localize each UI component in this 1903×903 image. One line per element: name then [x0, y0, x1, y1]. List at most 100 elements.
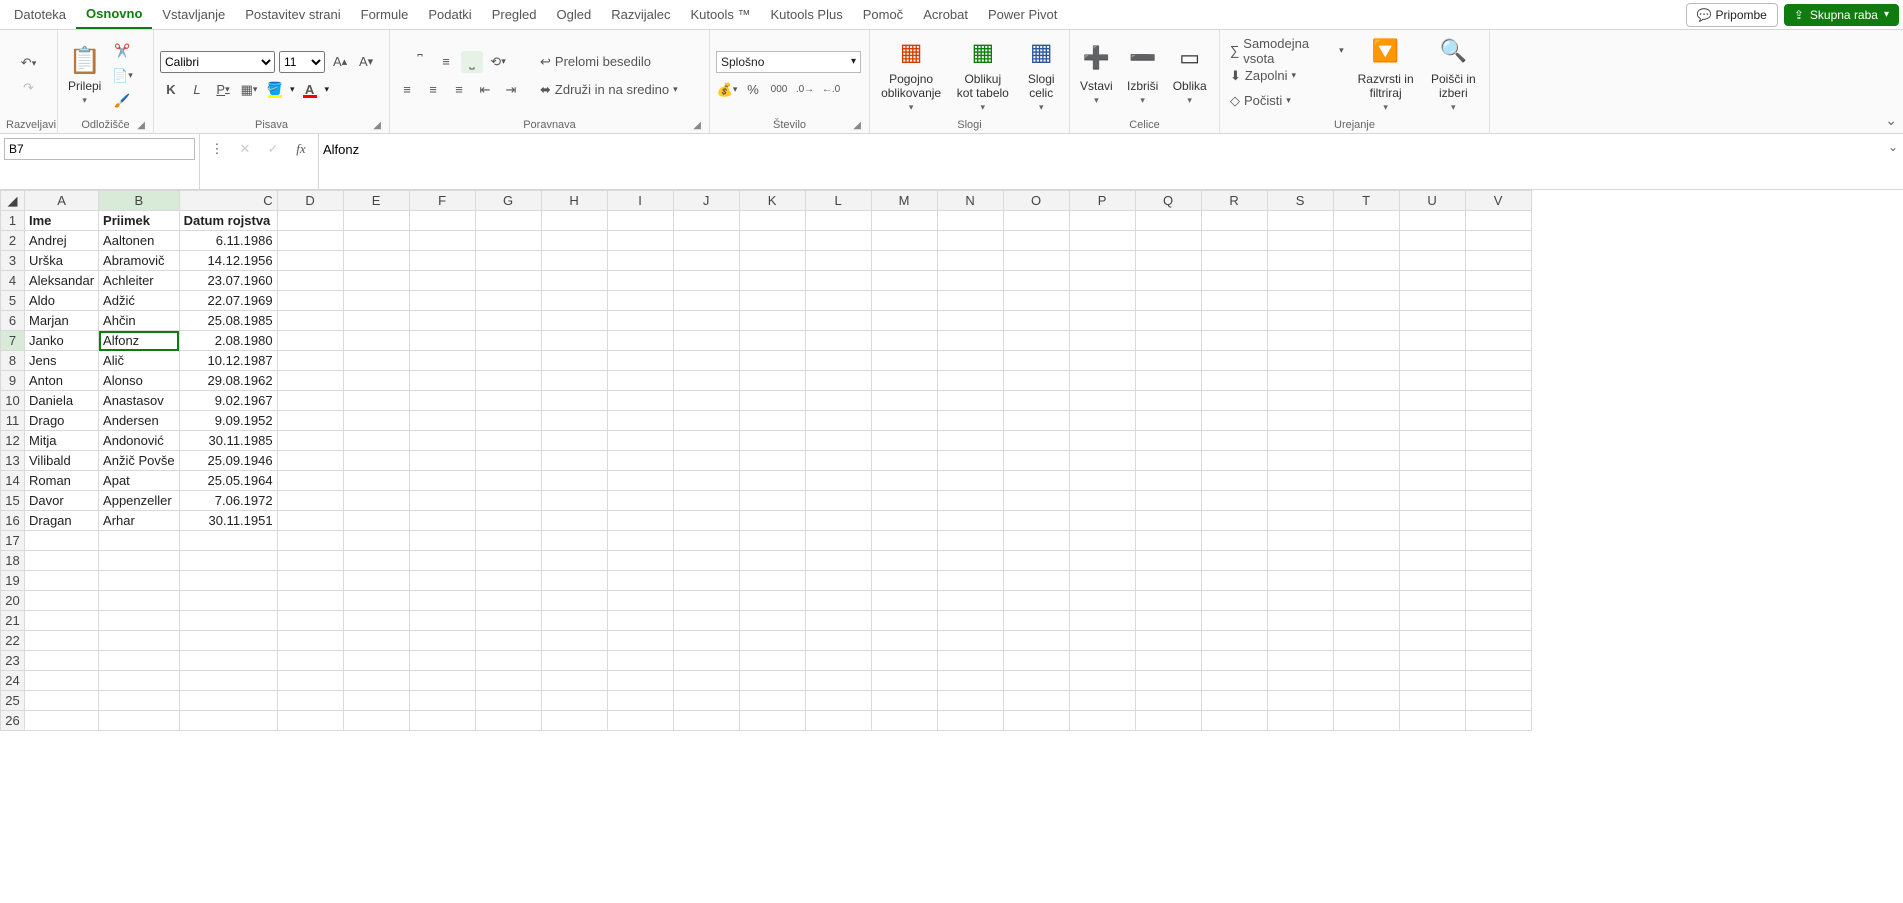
- cell-J18[interactable]: [673, 551, 739, 571]
- cell-N1[interactable]: [937, 211, 1003, 231]
- cell-N18[interactable]: [937, 551, 1003, 571]
- cell-Q12[interactable]: [1135, 431, 1201, 451]
- dialog-launcher-icon[interactable]: ◢: [373, 120, 381, 131]
- cell-O24[interactable]: [1003, 671, 1069, 691]
- cell-C16[interactable]: 30.11.1951: [179, 511, 277, 531]
- cell-M4[interactable]: [871, 271, 937, 291]
- cell-K24[interactable]: [739, 671, 805, 691]
- cell-I21[interactable]: [607, 611, 673, 631]
- cell-S26[interactable]: [1267, 711, 1333, 731]
- cell-U13[interactable]: [1399, 451, 1465, 471]
- column-header-C[interactable]: C: [179, 191, 277, 211]
- cell-Q10[interactable]: [1135, 391, 1201, 411]
- cell-B11[interactable]: Andersen: [99, 411, 180, 431]
- cell-Q1[interactable]: [1135, 211, 1201, 231]
- cell-K7[interactable]: [739, 331, 805, 351]
- cell-P15[interactable]: [1069, 491, 1135, 511]
- tab-kutools-™[interactable]: Kutools ™: [680, 2, 760, 28]
- cell-B3[interactable]: Abramovič: [99, 251, 180, 271]
- row-header-21[interactable]: 21: [1, 611, 25, 631]
- cell-G12[interactable]: [475, 431, 541, 451]
- cell-R4[interactable]: [1201, 271, 1267, 291]
- cell-V7[interactable]: [1465, 331, 1531, 351]
- cell-G2[interactable]: [475, 231, 541, 251]
- cell-N22[interactable]: [937, 631, 1003, 651]
- sort-filter-button[interactable]: 🔽 Razvrsti in filtriraj▾: [1354, 36, 1418, 115]
- cell-T9[interactable]: [1333, 371, 1399, 391]
- cell-S25[interactable]: [1267, 691, 1333, 711]
- cell-S3[interactable]: [1267, 251, 1333, 271]
- cell-V8[interactable]: [1465, 351, 1531, 371]
- cell-S6[interactable]: [1267, 311, 1333, 331]
- cell-L22[interactable]: [805, 631, 871, 651]
- percent-format-button[interactable]: %: [742, 79, 764, 101]
- cell-M6[interactable]: [871, 311, 937, 331]
- cell-M21[interactable]: [871, 611, 937, 631]
- cell-R24[interactable]: [1201, 671, 1267, 691]
- merge-center-button[interactable]: ⬌ Združi in na sredino ▾: [536, 79, 682, 101]
- row-header-19[interactable]: 19: [1, 571, 25, 591]
- column-header-E[interactable]: E: [343, 191, 409, 211]
- cell-U11[interactable]: [1399, 411, 1465, 431]
- cell-A20[interactable]: [25, 591, 99, 611]
- cell-N11[interactable]: [937, 411, 1003, 431]
- cell-H19[interactable]: [541, 571, 607, 591]
- cell-B12[interactable]: Andonović: [99, 431, 180, 451]
- cell-H10[interactable]: [541, 391, 607, 411]
- cell-F3[interactable]: [409, 251, 475, 271]
- cell-S24[interactable]: [1267, 671, 1333, 691]
- cell-C9[interactable]: 29.08.1962: [179, 371, 277, 391]
- cell-T20[interactable]: [1333, 591, 1399, 611]
- cell-I16[interactable]: [607, 511, 673, 531]
- cell-K14[interactable]: [739, 471, 805, 491]
- cell-R5[interactable]: [1201, 291, 1267, 311]
- cell-F5[interactable]: [409, 291, 475, 311]
- cell-I4[interactable]: [607, 271, 673, 291]
- cell-O9[interactable]: [1003, 371, 1069, 391]
- cell-T17[interactable]: [1333, 531, 1399, 551]
- tab-podatki[interactable]: Podatki: [418, 2, 481, 28]
- format-cells-button[interactable]: ▭ Oblika▾: [1169, 43, 1211, 108]
- cell-R20[interactable]: [1201, 591, 1267, 611]
- more-icon[interactable]: ⋮: [206, 138, 228, 160]
- column-header-R[interactable]: R: [1201, 191, 1267, 211]
- cell-T23[interactable]: [1333, 651, 1399, 671]
- cell-B21[interactable]: [99, 611, 180, 631]
- row-header-13[interactable]: 13: [1, 451, 25, 471]
- dialog-launcher-icon[interactable]: ◢: [137, 120, 145, 131]
- cell-B22[interactable]: [99, 631, 180, 651]
- cell-G10[interactable]: [475, 391, 541, 411]
- dialog-launcher-icon[interactable]: ◢: [693, 120, 701, 131]
- column-header-B[interactable]: B: [99, 191, 180, 211]
- decrease-decimal-button[interactable]: ←.0: [820, 79, 842, 101]
- cell-U15[interactable]: [1399, 491, 1465, 511]
- cell-I24[interactable]: [607, 671, 673, 691]
- cell-E22[interactable]: [343, 631, 409, 651]
- cell-V20[interactable]: [1465, 591, 1531, 611]
- cell-V6[interactable]: [1465, 311, 1531, 331]
- tab-formule[interactable]: Formule: [351, 2, 419, 28]
- comma-format-button[interactable]: 000: [768, 79, 790, 101]
- cell-C26[interactable]: [179, 711, 277, 731]
- cell-G18[interactable]: [475, 551, 541, 571]
- cell-N14[interactable]: [937, 471, 1003, 491]
- cell-I25[interactable]: [607, 691, 673, 711]
- cell-G13[interactable]: [475, 451, 541, 471]
- cell-P5[interactable]: [1069, 291, 1135, 311]
- cell-K8[interactable]: [739, 351, 805, 371]
- cell-H9[interactable]: [541, 371, 607, 391]
- cell-R2[interactable]: [1201, 231, 1267, 251]
- cell-J19[interactable]: [673, 571, 739, 591]
- cell-D21[interactable]: [277, 611, 343, 631]
- cell-R18[interactable]: [1201, 551, 1267, 571]
- cell-L19[interactable]: [805, 571, 871, 591]
- cell-R10[interactable]: [1201, 391, 1267, 411]
- cell-A24[interactable]: [25, 671, 99, 691]
- cell-O12[interactable]: [1003, 431, 1069, 451]
- cell-U1[interactable]: [1399, 211, 1465, 231]
- cell-C19[interactable]: [179, 571, 277, 591]
- cell-D12[interactable]: [277, 431, 343, 451]
- cell-N5[interactable]: [937, 291, 1003, 311]
- cell-U20[interactable]: [1399, 591, 1465, 611]
- column-header-J[interactable]: J: [673, 191, 739, 211]
